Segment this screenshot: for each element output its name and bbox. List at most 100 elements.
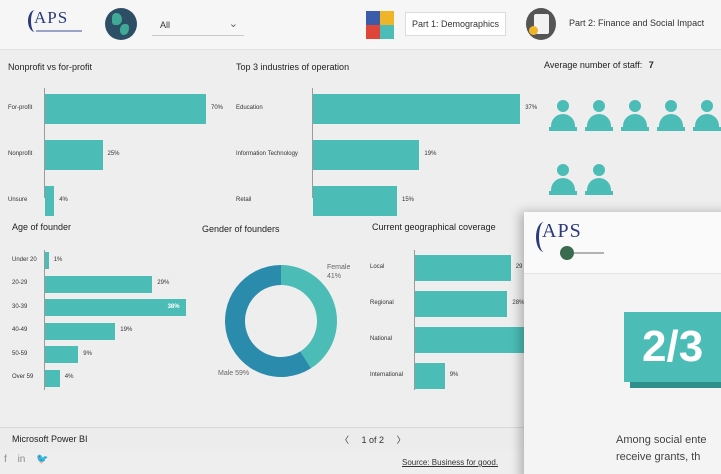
industries-value-1: 19%	[424, 151, 437, 157]
age-value-5: 4%	[64, 374, 74, 380]
age-bar-1	[45, 275, 153, 293]
geo-bar-2	[415, 327, 535, 353]
overlay-line-1: Among social ente	[616, 434, 707, 446]
age-bar-5	[45, 369, 60, 387]
nonprofit-value-0: 70%	[211, 105, 224, 111]
page-indicator: 1 of 2	[361, 435, 385, 445]
slicer-value: All	[160, 20, 171, 30]
nonprofit-title: Nonprofit vs for-profit	[8, 62, 93, 72]
next-page-button[interactable]: 〉	[397, 433, 406, 446]
age-label-3: 40-49	[12, 327, 28, 333]
person-icon	[584, 164, 613, 198]
donut-slice-female	[281, 265, 337, 369]
part1-label: Part 1: Demographics	[412, 19, 500, 29]
industries-bar-0	[313, 94, 521, 124]
chevron-down-icon: ⌄	[228, 18, 238, 30]
globe-icon[interactable]	[105, 8, 137, 40]
geo-label-3: International	[370, 372, 404, 378]
staff-people-icons	[548, 100, 721, 210]
industries-value-2: 15%	[402, 197, 415, 203]
age-bar-4	[45, 346, 79, 363]
caps-logo: APS	[28, 6, 90, 44]
nonprofit-bar-2	[45, 186, 55, 216]
age-label-5: Over 59	[12, 374, 34, 380]
age-bar-3	[45, 322, 116, 340]
top-bar: APS All ⌄ Part 1: Demographics Part 2: F…	[0, 0, 721, 50]
overlay-line-2: receive grants, th	[616, 451, 701, 463]
geo-bar-0	[415, 255, 511, 281]
linkedin-icon[interactable]: in	[18, 454, 26, 465]
age-label-2: 30-39	[12, 303, 28, 310]
female-label: Female	[327, 264, 351, 271]
report-page: APS All ⌄ Part 1: Demographics Part 2: F…	[0, 0, 721, 474]
twitter-icon[interactable]: 🐦	[36, 454, 48, 465]
finance-document-icon[interactable]	[526, 8, 556, 40]
gender-donut-chart	[225, 265, 337, 377]
logo-underline	[36, 30, 82, 32]
geo-value-3: 9%	[449, 372, 459, 378]
prev-page-button[interactable]: 〈	[340, 433, 349, 446]
male-label: Male 59%	[218, 370, 250, 377]
overlay-text: Among social ente receive grants, th	[616, 432, 721, 466]
source-link[interactable]: Source: Business for good.	[402, 458, 498, 467]
facebook-icon[interactable]: f	[4, 454, 7, 465]
geo-label-0: Local	[370, 264, 385, 270]
industries-label-1: Information Technology	[236, 151, 298, 157]
age-value-1: 29%	[157, 280, 170, 286]
industries-bar-2	[313, 186, 397, 216]
region-slicer-dropdown[interactable]: All ⌄	[152, 14, 244, 36]
part2-label: Part 2: Finance and Social Impact	[569, 18, 705, 28]
age-label-1: 20-29	[12, 280, 28, 286]
geo-title: Current geographical coverage	[372, 222, 496, 232]
nonprofit-value-2: 4%	[59, 197, 68, 203]
gender-title: Gender of founders	[202, 224, 280, 234]
age-bar-0	[45, 252, 49, 269]
industries-title: Top 3 industries of operation	[236, 62, 350, 72]
nonprofit-bar-1	[45, 140, 103, 170]
person-icon	[620, 100, 649, 134]
industries-label-0: Education	[236, 105, 263, 111]
person-icon	[548, 100, 577, 134]
overlay-logo-underline	[574, 252, 604, 254]
overlay-logo-text: APS	[542, 220, 582, 242]
industries-value-0: 37%	[525, 105, 538, 111]
age-value-0: 1%	[53, 256, 63, 263]
age-title: Age of founder	[12, 222, 72, 232]
nonprofit-label-0: For-profit	[8, 105, 33, 111]
geo-bar-1	[415, 291, 508, 317]
logo-text: APS	[34, 8, 69, 27]
puzzle-icon[interactable]	[364, 9, 396, 41]
person-icon	[548, 164, 577, 198]
age-label-0: Under 20	[12, 256, 37, 263]
part2-finance-button[interactable]: Part 2: Finance and Social Impact	[563, 12, 710, 36]
person-icon	[584, 100, 613, 134]
staff-title: Average number of staff: 7	[544, 60, 654, 70]
age-bar-2	[45, 299, 186, 316]
geo-label-2: National	[370, 336, 393, 342]
overlay-globe-icon	[560, 246, 574, 260]
industries-bar-1	[313, 140, 420, 170]
geo-label-1: Regional	[370, 300, 394, 306]
female-value: 41%	[327, 273, 342, 280]
staff-label: Average number of staff:	[544, 60, 643, 70]
power-bi-label: Microsoft Power BI	[12, 434, 88, 444]
overlay-caps-logo: APS	[536, 218, 604, 264]
stat-box: 2/3	[624, 312, 721, 382]
social-links: f in 🐦	[4, 454, 57, 465]
age-value-2: 38%	[167, 303, 180, 310]
staff-value: 7	[648, 60, 654, 70]
geo-bar-3	[415, 363, 445, 389]
nonprofit-bar-0	[45, 94, 206, 124]
overlay-card: APS 2/3 Among social ente receive grants…	[524, 212, 721, 474]
industries-label-2: Retail	[236, 197, 252, 203]
page-navigator: 〈 1 of 2 〉	[335, 433, 411, 446]
person-icon	[656, 100, 685, 134]
age-value-4: 9%	[83, 350, 92, 357]
part1-demographics-button[interactable]: Part 1: Demographics	[405, 12, 507, 36]
nonprofit-label-2: Unsure	[8, 197, 28, 203]
stat-value: 2/3	[642, 322, 704, 371]
age-value-3: 19%	[120, 327, 133, 333]
nonprofit-value-1: 25%	[107, 151, 120, 157]
geo-value-1: 28%	[512, 300, 525, 306]
age-label-4: 50-59	[12, 350, 28, 357]
